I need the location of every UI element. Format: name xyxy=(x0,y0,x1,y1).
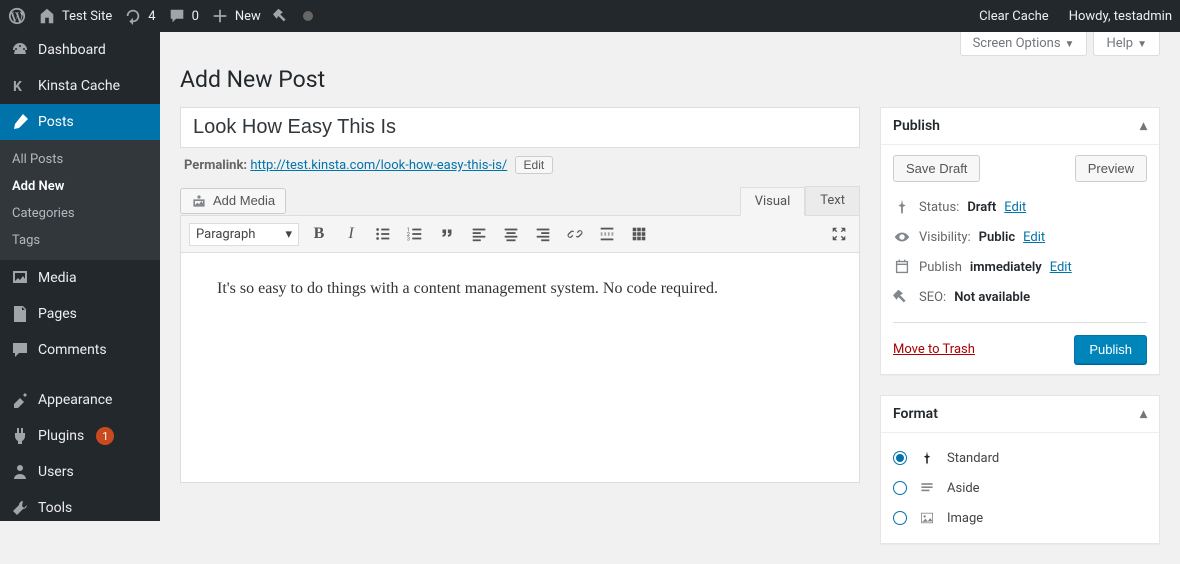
editor-toolbar: Paragraph▾ B I 123 xyxy=(180,215,860,253)
link-button[interactable] xyxy=(563,222,587,246)
site-name-link[interactable]: Test Site xyxy=(38,7,112,25)
admin-sidebar: Dashboard KKinsta Cache Posts All Posts … xyxy=(0,32,160,521)
sidebar-item-users[interactable]: Users xyxy=(0,454,160,490)
screen-options-button[interactable]: Screen Options▼ xyxy=(960,32,1088,56)
admin-bar: Test Site 4 0 New Clear Cache Howdy, tes… xyxy=(0,0,1180,32)
radio-unchecked-icon xyxy=(893,481,907,495)
updates-count: 4 xyxy=(148,9,155,24)
format-box: Format▴ Standard Aside xyxy=(880,395,1160,544)
bold-button[interactable]: B xyxy=(307,222,331,246)
status-edit-link[interactable]: Edit xyxy=(1004,200,1026,215)
pin-icon xyxy=(893,198,911,216)
sidebar-item-comments[interactable]: Comments xyxy=(0,332,160,368)
sidebar-item-dashboard[interactable]: Dashboard xyxy=(0,32,160,68)
status-row: Status: Draft Edit xyxy=(893,192,1147,222)
editor-tabs: Visual Text xyxy=(740,186,860,215)
sidebar-item-kinsta-cache[interactable]: KKinsta Cache xyxy=(0,68,160,104)
fullscreen-button[interactable] xyxy=(827,222,851,246)
wp-logo[interactable] xyxy=(8,7,26,25)
italic-button[interactable]: I xyxy=(339,222,363,246)
editor-body[interactable]: It's so easy to do things with a content… xyxy=(180,253,860,483)
post-title-input[interactable] xyxy=(180,107,860,148)
save-draft-button[interactable]: Save Draft xyxy=(893,155,980,182)
visibility-edit-link[interactable]: Edit xyxy=(1023,230,1045,245)
svg-text:3: 3 xyxy=(407,236,410,242)
read-more-button[interactable] xyxy=(595,222,619,246)
sidebar-subitem-add-new[interactable]: Add New xyxy=(0,173,160,200)
sidebar-posts-submenu: All Posts Add New Categories Tags xyxy=(0,140,160,260)
align-right-button[interactable] xyxy=(531,222,555,246)
calendar-icon xyxy=(893,258,911,276)
new-content-link[interactable]: New xyxy=(211,7,261,25)
format-option-image[interactable]: Image xyxy=(893,503,1147,533)
publish-box: Publish▴ Save Draft Preview Status: Draf… xyxy=(880,107,1160,375)
comments-link[interactable]: 0 xyxy=(168,7,199,25)
sidebar-item-posts[interactable]: Posts xyxy=(0,104,160,140)
seo-indicator[interactable] xyxy=(273,7,291,25)
move-to-trash-link[interactable]: Move to Trash xyxy=(893,342,975,357)
svg-text:K: K xyxy=(13,79,22,95)
radio-checked-icon xyxy=(893,451,907,465)
site-name-text: Test Site xyxy=(62,9,112,24)
format-select[interactable]: Paragraph▾ xyxy=(189,223,299,246)
chevron-up-icon: ▴ xyxy=(1140,406,1147,422)
publish-date-edit-link[interactable]: Edit xyxy=(1050,260,1072,275)
format-option-standard[interactable]: Standard xyxy=(893,443,1147,473)
format-box-header[interactable]: Format▴ xyxy=(881,396,1159,433)
align-left-button[interactable] xyxy=(467,222,491,246)
updates-link[interactable]: 4 xyxy=(124,7,155,25)
sidebar-subitem-all-posts[interactable]: All Posts xyxy=(0,146,160,173)
sidebar-item-media[interactable]: Media xyxy=(0,260,160,296)
permalink-link[interactable]: http://test.kinsta.com/look-how-easy-thi… xyxy=(250,158,507,173)
eye-icon xyxy=(893,228,911,246)
sidebar-item-plugins[interactable]: Plugins1 xyxy=(0,418,160,454)
blockquote-button[interactable] xyxy=(435,222,459,246)
publish-box-header[interactable]: Publish▴ xyxy=(881,108,1159,145)
clear-cache-link[interactable]: Clear Cache xyxy=(979,9,1049,24)
page-title: Add New Post xyxy=(180,66,1160,93)
tab-visual[interactable]: Visual xyxy=(740,187,806,216)
numbered-list-button[interactable]: 123 xyxy=(403,222,427,246)
post-content-text: It's so easy to do things with a content… xyxy=(217,277,823,302)
comments-count: 0 xyxy=(192,9,199,24)
main-content: Screen Options▼ Help▼ Add New Post Perma… xyxy=(160,32,1180,521)
add-media-button[interactable]: Add Media xyxy=(180,188,286,214)
help-button[interactable]: Help▼ xyxy=(1093,32,1160,56)
permalink-row: Permalink: http://test.kinsta.com/look-h… xyxy=(180,148,860,186)
plugins-update-badge: 1 xyxy=(96,427,114,445)
preview-button[interactable]: Preview xyxy=(1075,155,1147,182)
sidebar-subitem-categories[interactable]: Categories xyxy=(0,200,160,227)
new-label: New xyxy=(235,9,261,24)
toolbar-toggle-button[interactable] xyxy=(627,222,651,246)
radio-unchecked-icon xyxy=(893,511,907,525)
pushpin-icon xyxy=(917,448,937,468)
status-dot[interactable] xyxy=(303,11,313,21)
align-center-button[interactable] xyxy=(499,222,523,246)
format-option-aside[interactable]: Aside xyxy=(893,473,1147,503)
publish-date-row: Publish immediately Edit xyxy=(893,252,1147,282)
permalink-edit-button[interactable]: Edit xyxy=(515,156,554,174)
account-link[interactable]: Howdy, testadmin xyxy=(1069,9,1172,24)
publish-button[interactable]: Publish xyxy=(1074,335,1147,364)
image-icon xyxy=(917,508,937,528)
aside-icon xyxy=(917,478,937,498)
seo-row: SEO: Not available xyxy=(893,282,1147,312)
permalink-label: Permalink: xyxy=(184,158,247,173)
bullet-list-button[interactable] xyxy=(371,222,395,246)
tab-text[interactable]: Text xyxy=(805,186,860,215)
seo-icon xyxy=(893,288,911,306)
sidebar-item-appearance[interactable]: Appearance xyxy=(0,382,160,418)
chevron-up-icon: ▴ xyxy=(1140,118,1147,134)
sidebar-item-pages[interactable]: Pages xyxy=(0,296,160,332)
sidebar-subitem-tags[interactable]: Tags xyxy=(0,227,160,254)
visibility-row: Visibility: Public Edit xyxy=(893,222,1147,252)
